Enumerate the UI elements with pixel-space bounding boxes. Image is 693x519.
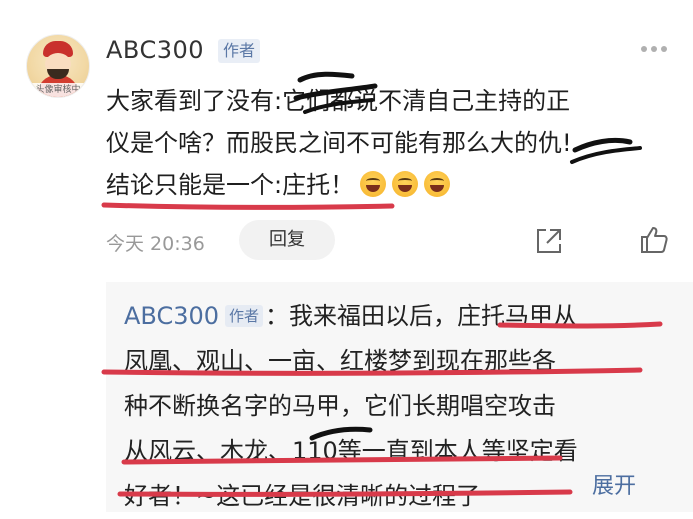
reply-line: 好者！~这已经是很清晰的过程了 bbox=[124, 482, 481, 510]
expand-link[interactable]: 展开 bbox=[592, 468, 636, 500]
reply-separator: ： bbox=[265, 302, 290, 330]
reply-author-badge: 作者 bbox=[225, 305, 264, 327]
scribble-mark bbox=[570, 146, 642, 164]
more-dots-icon[interactable] bbox=[641, 46, 669, 54]
reply-username[interactable]: ABC300 bbox=[124, 302, 219, 330]
laughing-emoji-icon bbox=[360, 171, 387, 197]
reply-line: 我来福田以后，庄托马甲从 bbox=[289, 302, 578, 330]
comment-line: 仪是个啥？而股民之间不可能有那么大的仇! bbox=[106, 129, 572, 157]
reply-line: 从风云、木龙、110等一直到本人等坚定看 bbox=[124, 437, 578, 465]
avatar-status-tag: 头像审核中 bbox=[27, 83, 89, 97]
share-icon[interactable] bbox=[534, 226, 564, 256]
laughing-emoji-icon bbox=[392, 171, 419, 197]
avatar[interactable]: 头像审核中 bbox=[26, 34, 90, 98]
reply-line: 种不断换名字的马甲，它们长期唱空攻击 bbox=[124, 392, 556, 420]
comment-line: 结论只能是一个:庄托！ bbox=[106, 171, 355, 199]
author-badge: 作者 bbox=[218, 39, 261, 63]
scribble-mark bbox=[572, 137, 633, 153]
comment-line: 大家看到了没有:它们都说不清自己主持的正 bbox=[106, 87, 571, 115]
comment-timestamp: 今天 20:36 bbox=[106, 233, 205, 255]
comment-line-conclusion: 结论只能是一个:庄托！ bbox=[106, 164, 451, 207]
reply-first-line: ABC300 作者 ：我来福田以后，庄托马甲从 bbox=[124, 294, 577, 339]
thumbs-up-icon[interactable] bbox=[638, 224, 670, 256]
reply-button[interactable]: 回复 bbox=[239, 220, 335, 260]
laughing-emoji-icon bbox=[424, 171, 451, 197]
comment-username[interactable]: ABC300 bbox=[106, 36, 204, 64]
reply-line: 凤凰、观山、一亩、红楼梦到现在那些各 bbox=[124, 347, 556, 375]
